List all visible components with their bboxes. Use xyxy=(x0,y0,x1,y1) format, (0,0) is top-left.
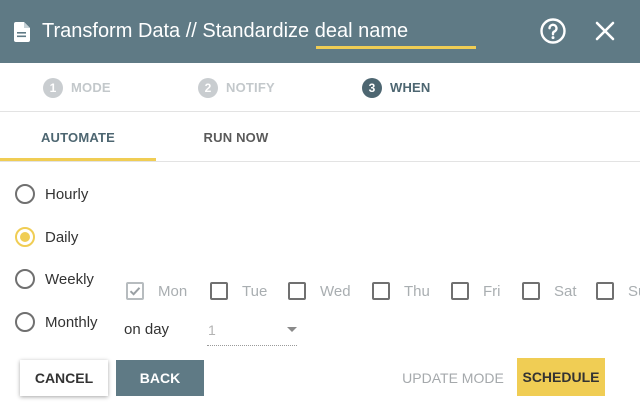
weekday-label: Wed xyxy=(320,282,351,300)
radio-weekly[interactable]: Weekly xyxy=(15,267,94,291)
step-label: MODE xyxy=(71,80,111,95)
radio-label: Monthly xyxy=(45,313,98,331)
radio-hourly[interactable]: Hourly xyxy=(15,182,88,206)
select-value: 1 xyxy=(208,322,216,338)
dropdown-caret-icon xyxy=(287,327,297,332)
document-icon xyxy=(14,22,30,42)
weekday-label: Thu xyxy=(404,282,430,300)
radio-button[interactable] xyxy=(15,227,35,247)
checkbox[interactable] xyxy=(210,282,228,300)
active-step-indicator xyxy=(316,46,476,49)
radio-label: Weekly xyxy=(45,270,94,288)
checkbox[interactable] xyxy=(372,282,390,300)
weekday-sat[interactable]: Sat xyxy=(522,280,577,302)
radio-button[interactable] xyxy=(15,312,35,332)
tab-run-now[interactable]: RUN NOW xyxy=(156,112,316,162)
step-notify[interactable]: 2 NOTIFY xyxy=(198,63,275,112)
step-mode[interactable]: 1 MODE xyxy=(43,63,111,112)
checkbox[interactable] xyxy=(596,282,614,300)
schedule-tabs: AUTOMATE RUN NOW xyxy=(0,112,640,162)
weekday-fri[interactable]: Fri xyxy=(451,280,501,302)
step-number: 3 xyxy=(362,77,382,98)
radio-label: Daily xyxy=(45,228,79,246)
step-when[interactable]: 3 WHEN xyxy=(362,63,431,112)
weekday-mon[interactable]: Mon xyxy=(126,280,187,302)
radio-monthly[interactable]: Monthly xyxy=(15,310,98,334)
cancel-button[interactable]: CANCEL xyxy=(20,360,108,396)
checkbox[interactable] xyxy=(126,282,144,300)
step-label: NOTIFY xyxy=(226,80,275,95)
day-of-month-select[interactable]: 1 xyxy=(207,318,297,346)
step-number: 2 xyxy=(198,77,218,98)
weekday-label: Tue xyxy=(242,282,268,300)
on-day-label: on day xyxy=(124,321,170,338)
weekday-wed[interactable]: Wed xyxy=(288,280,351,302)
step-label: WHEN xyxy=(390,80,431,95)
weekday-sun[interactable]: Sun xyxy=(596,280,640,302)
radio-button[interactable] xyxy=(15,184,35,204)
weekday-label: Fri xyxy=(483,282,501,300)
weekday-thu[interactable]: Thu xyxy=(372,280,430,302)
schedule-button[interactable]: SCHEDULE xyxy=(517,358,605,396)
step-number: 1 xyxy=(43,77,63,98)
update-mode-button[interactable]: UPDATE MODE xyxy=(398,360,508,396)
radio-daily[interactable]: Daily xyxy=(15,225,78,249)
weekday-label: Sat xyxy=(554,282,577,300)
radio-button[interactable] xyxy=(15,269,35,289)
checkbox[interactable] xyxy=(451,282,469,300)
active-tab-indicator xyxy=(0,158,156,161)
weekday-label: Sun xyxy=(628,282,640,300)
weekday-tue[interactable]: Tue xyxy=(210,280,267,302)
checkbox[interactable] xyxy=(522,282,540,300)
dialog-header: Transform Data // Standardize deal name xyxy=(0,0,640,63)
checkbox[interactable] xyxy=(288,282,306,300)
radio-label: Hourly xyxy=(45,185,89,203)
weekday-label: Mon xyxy=(158,282,188,300)
help-icon[interactable] xyxy=(540,18,566,44)
back-button[interactable]: BACK xyxy=(116,360,204,396)
dialog-title: Transform Data // Standardize deal name xyxy=(42,20,409,42)
checkmark-icon xyxy=(129,287,141,296)
stepper: 1 MODE 2 NOTIFY 3 WHEN xyxy=(0,63,640,112)
close-icon[interactable] xyxy=(594,20,616,42)
tab-automate[interactable]: AUTOMATE xyxy=(0,112,156,162)
